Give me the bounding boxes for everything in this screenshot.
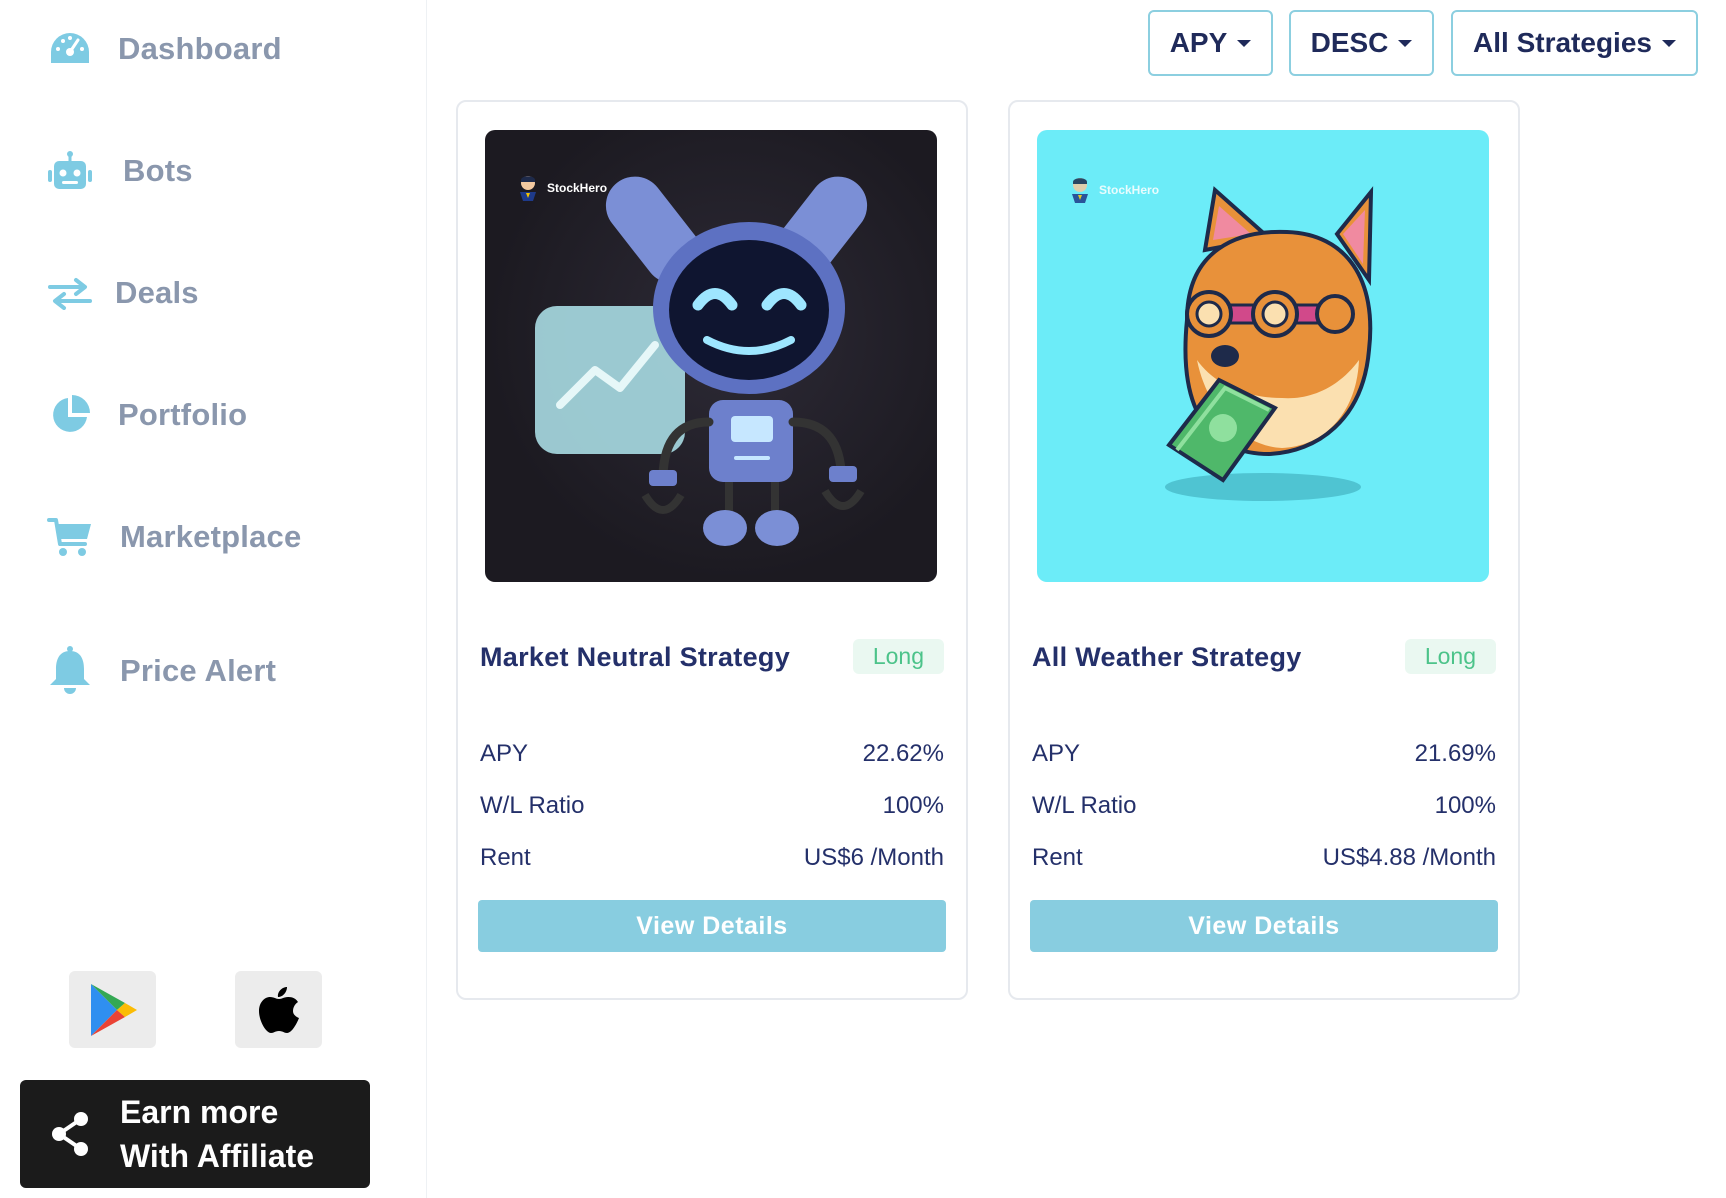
- shiba-dog-icon: [1165, 186, 1374, 501]
- card-title: Market Neutral Strategy: [480, 642, 791, 672]
- swap-arrows-icon: [44, 267, 96, 319]
- nav-label: Bots: [123, 153, 193, 188]
- stat-label: Rent: [480, 844, 531, 871]
- stat-value: 22.62%: [862, 740, 944, 767]
- google-play-icon: [90, 983, 137, 1036]
- stat-value: 100%: [1434, 792, 1496, 819]
- google-play-button[interactable]: [69, 971, 156, 1048]
- view-details-button[interactable]: View Details: [1030, 900, 1498, 952]
- affiliate-line-2: With Affiliate: [120, 1138, 315, 1174]
- direction-badge: Long: [852, 639, 944, 674]
- robot-icon: [44, 145, 96, 197]
- share-icon: [20, 1110, 120, 1158]
- app-store-button[interactable]: [235, 971, 322, 1048]
- card-title: All Weather Strategy: [1032, 642, 1302, 672]
- stat-value: US$6 /Month: [803, 844, 944, 871]
- stat-label: APY: [1032, 740, 1081, 767]
- cart-icon: [44, 511, 96, 563]
- direction-badge: Long: [1404, 639, 1496, 674]
- stat-row-wl-ratio: W/L Ratio 100%: [1032, 792, 1496, 820]
- stat-row-rent: Rent US$6 /Month: [480, 844, 944, 872]
- nav-label: Dashboard: [118, 31, 282, 66]
- shiba-illustration: StockHero: [1037, 130, 1489, 582]
- stat-row-rent: Rent US$4.88 /Month: [1032, 844, 1496, 872]
- stat-value: 100%: [882, 792, 944, 819]
- stat-value: 21.69%: [1414, 740, 1496, 767]
- nav-item-dashboard[interactable]: Dashboard: [44, 19, 282, 79]
- nav-item-bots[interactable]: Bots: [44, 141, 193, 201]
- affiliate-banner[interactable]: Earn more With Affiliate: [20, 1080, 370, 1188]
- sidebar: Dashboard Bots Deals Portfolio Marketpla…: [0, 0, 427, 1198]
- robot-illustration: StockHero: [485, 130, 937, 582]
- apple-icon: [258, 986, 299, 1033]
- stat-row-apy: APY 21.69%: [1032, 740, 1496, 768]
- stat-label: W/L Ratio: [1032, 792, 1137, 819]
- stat-label: Rent: [1032, 844, 1083, 871]
- nav-item-marketplace[interactable]: Marketplace: [44, 507, 301, 567]
- chevron-down-icon: [1237, 39, 1252, 47]
- stat-row-apy: APY 22.62%: [480, 740, 944, 768]
- nav-label: Portfolio: [118, 397, 248, 432]
- strategy-value: All Strategies: [1473, 27, 1652, 58]
- affiliate-text: Earn more With Affiliate: [120, 1090, 314, 1178]
- strategy-dropdown[interactable]: All Strategies: [1451, 10, 1698, 76]
- nav-item-deals[interactable]: Deals: [44, 263, 199, 323]
- robot-icon: [535, 176, 868, 546]
- order-dropdown[interactable]: DESC: [1289, 10, 1434, 76]
- order-value: DESC: [1310, 27, 1389, 58]
- strategy-card: StockHero All Weather Strategy Long APY …: [1008, 100, 1520, 1000]
- speedometer-icon: [44, 23, 96, 75]
- view-details-button[interactable]: View Details: [478, 900, 946, 952]
- stat-value: US$4.88 /Month: [1322, 844, 1496, 871]
- nav-item-portfolio[interactable]: Portfolio: [44, 385, 247, 445]
- nav-item-price-alert[interactable]: Price Alert: [44, 641, 276, 701]
- sort-by-value: APY: [1169, 27, 1228, 58]
- strategy-card: StockHero Market Neutral Strategy Long A…: [456, 100, 968, 1000]
- chevron-down-icon: [1661, 39, 1676, 47]
- pie-chart-icon: [44, 389, 96, 441]
- nav-label: Deals: [115, 275, 199, 310]
- bell-icon: [44, 645, 96, 697]
- chevron-down-icon: [1398, 39, 1413, 47]
- stat-row-wl-ratio: W/L Ratio 100%: [480, 792, 944, 820]
- nav-label: Price Alert: [120, 653, 277, 688]
- stat-label: W/L Ratio: [480, 792, 585, 819]
- affiliate-line-1: Earn more: [120, 1094, 279, 1130]
- stat-label: APY: [480, 740, 529, 767]
- nav-label: Marketplace: [120, 519, 302, 554]
- sort-by-dropdown[interactable]: APY: [1148, 10, 1273, 76]
